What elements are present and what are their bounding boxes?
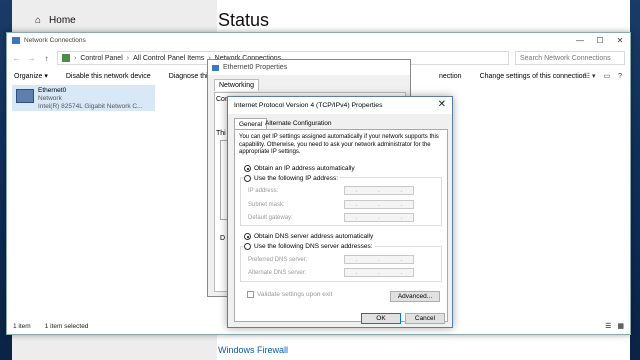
radio-unselected-icon	[244, 243, 251, 250]
up-arrow-icon[interactable]: ↑	[42, 54, 51, 63]
nc-title-text: Network Connections	[24, 36, 86, 44]
network-folder-icon	[12, 36, 20, 44]
validate-checkbox[interactable]: Validate settings upon exit	[247, 291, 332, 298]
details-view-icon[interactable]: ☰	[605, 322, 611, 330]
close-button[interactable]: ✕	[610, 33, 630, 47]
tcp-titlebar: Internet Protocol Version 4 (TCP/IPv4) P…	[228, 97, 452, 114]
radio-selected-icon	[244, 165, 251, 172]
description-label: D	[220, 235, 226, 242]
home-icon: ⌂	[35, 15, 42, 26]
preferred-dns-field[interactable]: ...	[344, 255, 414, 264]
nc-titlebar: Network Connections	[7, 33, 630, 47]
ip-address-field[interactable]: ...	[344, 186, 414, 195]
radio-unselected-icon	[244, 175, 251, 182]
disable-device-button[interactable]: Disable this network device	[66, 73, 151, 80]
selected-count: 1 item selected	[44, 323, 89, 330]
tab-networking[interactable]: Networking	[214, 79, 260, 91]
large-icons-view-icon[interactable]: ▦	[617, 322, 624, 330]
subnet-mask-label: Subnet mask:	[248, 202, 285, 208]
preview-pane-icon[interactable]: ▭	[603, 72, 610, 80]
tcp-description: You can get IP settings assigned automat…	[239, 134, 439, 155]
radio-manual-ip[interactable]: Use the following IP address:	[244, 175, 341, 182]
change-settings-button[interactable]: Change settings of this connection	[480, 73, 587, 80]
page-title: Status	[218, 10, 270, 30]
default-gateway-field[interactable]: ...	[344, 213, 414, 222]
checkbox-icon	[247, 291, 254, 298]
minimize-button[interactable]: —	[570, 33, 590, 47]
cancel-button[interactable]: Cancel	[405, 313, 445, 324]
radio-manual-ip-label: Use the following IP address:	[254, 175, 339, 182]
adapter-name: Ethernet0	[38, 87, 67, 94]
this-connection-label: Thi	[216, 130, 226, 137]
alternate-dns-field[interactable]: ...	[344, 268, 414, 277]
view-controls: ☷ ▾ ▭ ?	[584, 69, 622, 83]
network-icon	[212, 64, 219, 71]
radio-selected-icon	[244, 233, 251, 240]
home-nav[interactable]: ⌂ Home	[35, 15, 76, 26]
windows-firewall-link[interactable]: Windows Firewall	[218, 345, 288, 355]
validate-label: Validate settings upon exit	[257, 291, 333, 298]
ep-title-text: Ethernet0 Properties	[223, 64, 288, 71]
adapter-type: Network	[38, 95, 62, 102]
view-options-icon[interactable]: ☷ ▾	[584, 72, 596, 80]
status-view-icons: ☰ ▦	[605, 322, 624, 330]
ip-address-label: IP address:	[248, 188, 279, 194]
tcp-title-text: Internet Protocol Version 4 (TCP/IPv4) P…	[234, 102, 383, 109]
control-panel-icon	[62, 54, 70, 62]
item-count: 1 item	[13, 323, 31, 330]
ok-button[interactable]: OK	[361, 313, 401, 324]
radio-auto-ip-label: Obtain an IP address automatically	[254, 165, 355, 172]
ep-titlebar: Ethernet0 Properties	[208, 60, 410, 75]
radio-manual-dns-label: Use the following DNS server addresses:	[254, 243, 373, 250]
command-bar-right: nection Change settings of this connecti…	[439, 69, 587, 83]
maximize-button[interactable]: ☐	[590, 33, 610, 47]
rename-connection-button[interactable]: nection	[439, 73, 462, 80]
radio-auto-ip[interactable]: Obtain an IP address automatically	[244, 165, 355, 172]
breadcrumb-control-panel[interactable]: Control Panel	[80, 55, 122, 62]
breadcrumb-sep: ›	[74, 54, 77, 62]
back-arrow-icon[interactable]: ←	[12, 54, 21, 63]
radio-auto-dns[interactable]: Obtain DNS server address automatically	[244, 233, 373, 240]
radio-auto-dns-label: Obtain DNS server address automatically	[254, 233, 374, 240]
search-placeholder: Search Network Connections	[520, 54, 611, 62]
alternate-dns-label: Alternate DNS server:	[248, 270, 307, 276]
radio-manual-dns[interactable]: Use the following DNS server addresses:	[244, 243, 375, 250]
help-icon[interactable]: ?	[618, 73, 622, 80]
close-icon[interactable]: ✕	[438, 99, 446, 110]
advanced-button[interactable]: Advanced...	[390, 291, 440, 302]
default-gateway-label: Default gateway:	[248, 215, 293, 221]
adapter-device: Intel(R) 82574L Gigabit Network C...	[38, 103, 143, 110]
breadcrumb-sep: ›	[126, 54, 130, 62]
search-input[interactable]: Search Network Connections	[515, 51, 625, 65]
preferred-dns-label: Preferred DNS server:	[248, 257, 308, 263]
ethernet0-item[interactable]: Ethernet0 Network Intel(R) 82574L Gigabi…	[12, 85, 155, 111]
status-bar: 1 item 1 item selected	[13, 323, 88, 330]
breadcrumb-all-items[interactable]: All Control Panel Items	[133, 55, 204, 62]
forward-arrow-icon[interactable]: →	[27, 54, 36, 63]
subnet-mask-field[interactable]: ...	[344, 200, 414, 209]
home-label: Home	[49, 15, 76, 26]
network-adapter-icon	[16, 89, 34, 103]
organize-menu[interactable]: Organize ▾	[14, 72, 48, 80]
window-controls: — ☐ ✕	[570, 33, 630, 47]
